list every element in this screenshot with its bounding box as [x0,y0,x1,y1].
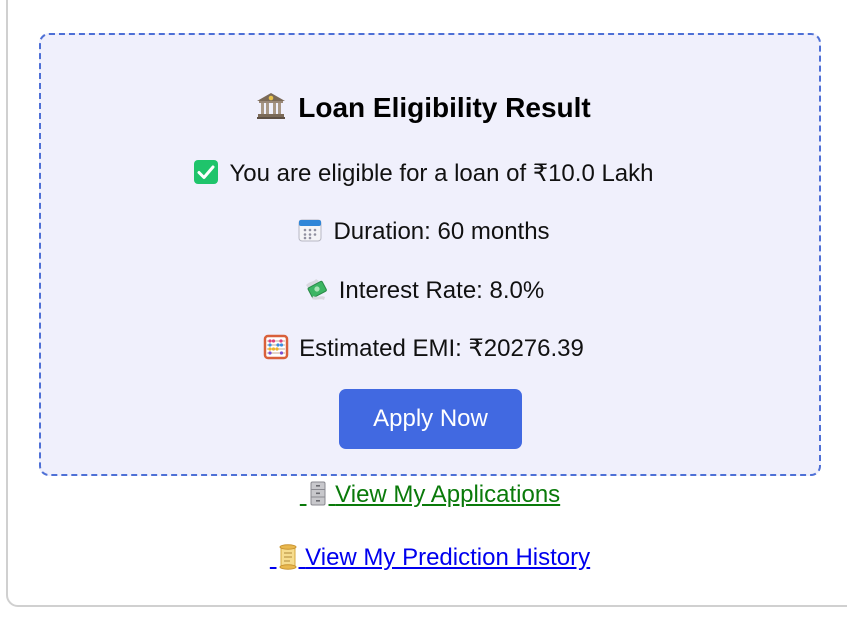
duration-row: Duration: 60 months [0,217,847,246]
scroll-icon [277,543,299,571]
bank-icon [256,92,286,120]
applications-link-row: View My Applications [0,480,847,509]
emi-row: Estimated EMI: ₹20276.39 [0,334,847,363]
duration-text: Duration: 60 months [333,218,550,245]
result-title-row: Loan Eligibility Result [0,92,847,124]
abacus-icon [263,334,289,360]
history-link-row: View My Prediction History [0,543,847,572]
filing-cabinet-icon [307,480,329,508]
money-with-wings-icon [303,276,329,302]
calendar-icon [297,217,323,243]
interest-text: Interest Rate: 8.0% [338,277,545,304]
emi-text: Estimated EMI: ₹20276.39 [299,335,584,362]
apply-now-button[interactable]: Apply Now [339,389,522,449]
eligibility-row: You are eligible for a loan of ₹10.0 Lak… [0,159,847,188]
result-title: Loan Eligibility Result [298,92,591,123]
view-prediction-history-label: View My Prediction History [305,544,591,571]
check-mark-icon [193,159,219,185]
view-applications-link[interactable]: View My Applications [300,481,560,508]
eligibility-text: You are eligible for a loan of ₹10.0 Lak… [229,160,654,187]
view-prediction-history-link[interactable]: View My Prediction History [270,544,590,571]
view-applications-label: View My Applications [335,481,561,508]
interest-row: Interest Rate: 8.0% [0,276,847,305]
